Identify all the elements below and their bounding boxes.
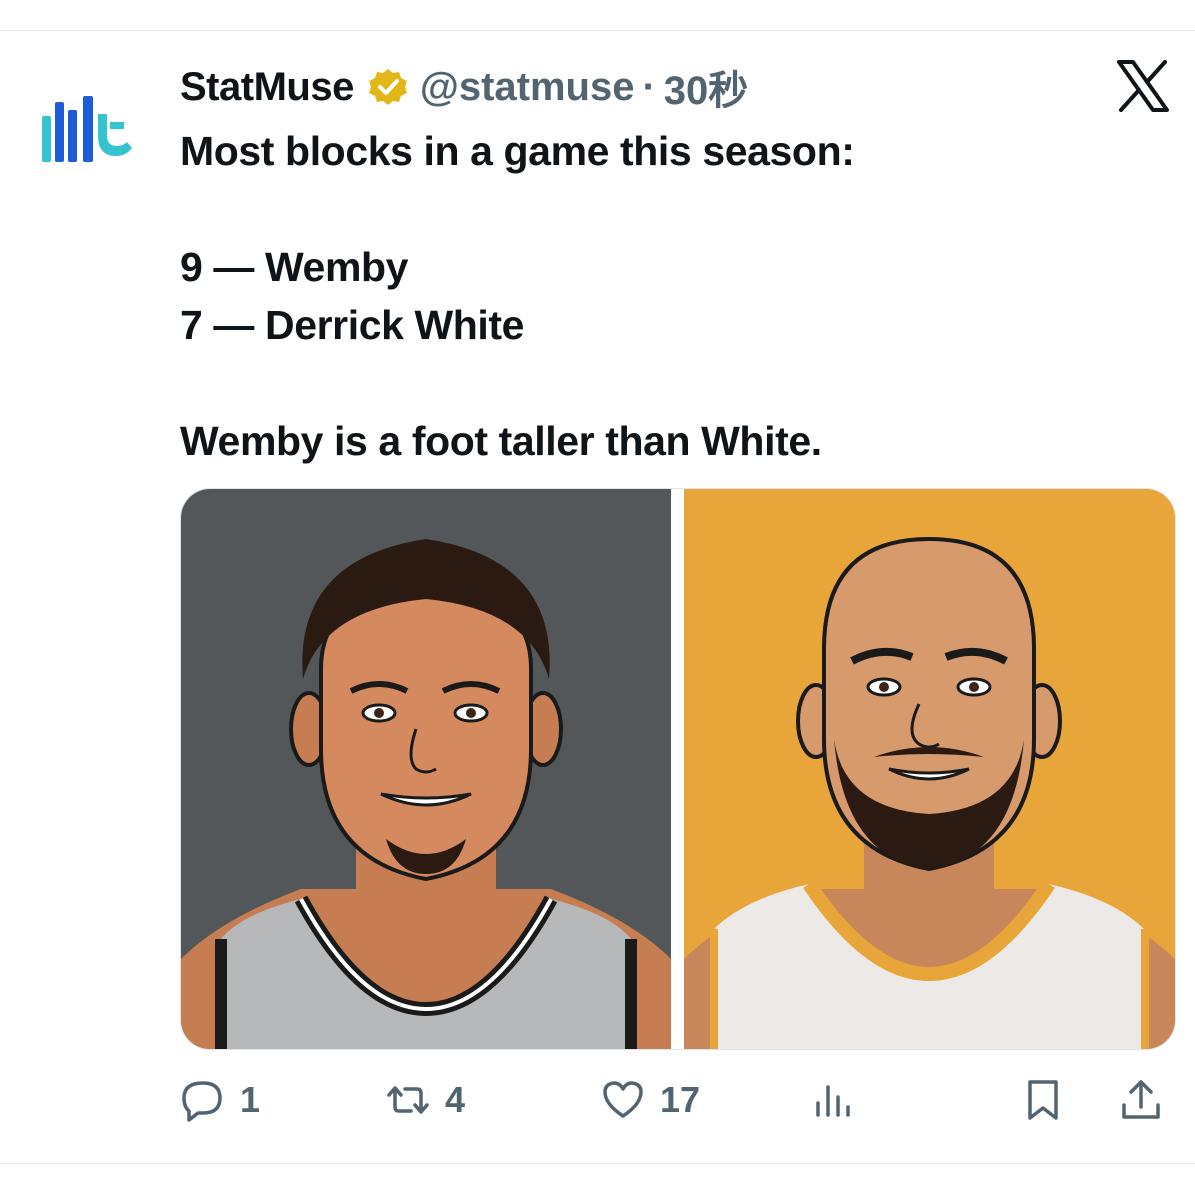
analytics-icon [816,1085,850,1117]
like-count: 17 [660,1079,701,1120]
x-logo-icon[interactable] [1117,60,1169,112]
like-button[interactable]: 17 [600,1072,700,1128]
bottom-divider [0,1163,1195,1164]
author-name[interactable]: StatMuse [180,65,354,110]
tweet-text-line-3: 9 — Wemby [180,244,409,290]
player-illustration-derrick-white [684,536,1175,1049]
repost-button[interactable]: 4 [385,1072,465,1128]
tweet-action-bar: 1 4 17 [180,1072,1170,1128]
repost-icon [387,1086,429,1114]
media-image-left[interactable] [181,489,671,1049]
verified-badge-icon [368,69,407,105]
statmuse-logo-icon [42,96,132,162]
reply-icon [182,1081,222,1122]
tweet-timestamp[interactable]: 30秒 [664,58,749,116]
player-illustration-wemby [181,539,671,1049]
reply-button[interactable]: 1 [180,1072,260,1128]
share-button[interactable] [1118,1072,1164,1128]
bookmark-icon [1028,1080,1058,1120]
reply-count: 1 [240,1079,261,1120]
share-icon [1122,1080,1160,1119]
media-image-right[interactable] [684,489,1175,1049]
tweet-text-blank-1 [180,180,1160,238]
repost-count: 4 [445,1079,466,1120]
tweet-text-blank-2 [180,354,1160,412]
top-divider [0,30,1195,31]
tweet-text-line-1: Most blocks in a game this season: [180,128,855,174]
tweet-header: StatMuse @statmuse · 30秒 [180,62,748,114]
author-handle[interactable]: @statmuse [420,65,635,110]
author-avatar[interactable] [30,88,150,168]
tweet-media[interactable] [180,488,1176,1050]
heart-icon [603,1081,643,1118]
meta-separator: · [642,64,656,109]
tweet-text: Most blocks in a game this season: 9 — W… [180,122,1160,470]
tweet-text-line-6: Wemby is a foot taller than White. [180,418,822,464]
views-button[interactable] [810,1072,870,1128]
bookmark-button[interactable] [1020,1072,1066,1128]
tweet-text-line-4: 7 — Derrick White [180,302,525,348]
